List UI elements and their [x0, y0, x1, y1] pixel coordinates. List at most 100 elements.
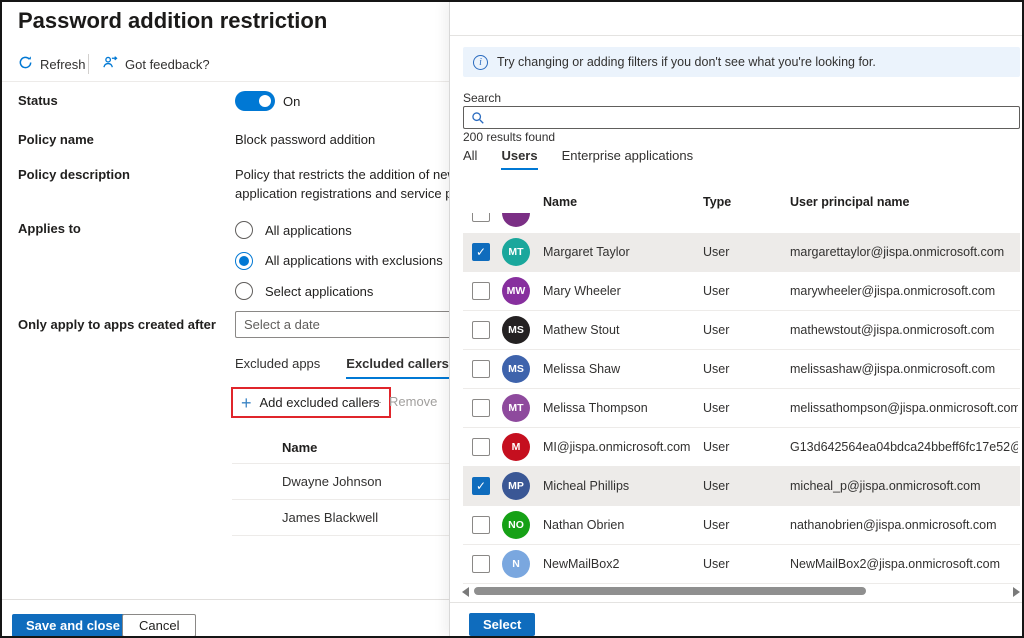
row-checkbox[interactable] — [472, 282, 490, 300]
column-header-type: Type — [703, 195, 731, 209]
applies-to-radio-option[interactable]: Select applications — [235, 282, 373, 300]
applies-to-radio-option[interactable]: All applications with exclusions — [235, 252, 443, 270]
picker-footer: Select — [450, 602, 1024, 636]
user-upn: marywheeler@jispa.onmicrosoft.com — [790, 272, 1018, 311]
picker-tab[interactable]: Enterprise applications — [562, 148, 694, 170]
user-upn: G13d642564ea04bdca24bbeff6fc17e52@jis — [790, 428, 1018, 467]
search-icon — [471, 111, 485, 125]
save-and-close-button[interactable]: Save and close — [12, 614, 134, 636]
avatar: MS — [502, 316, 530, 344]
picker-tabs: All Users Enterprise applications — [463, 148, 693, 170]
results-table-header: Name Type User principal name — [463, 195, 1020, 215]
select-button[interactable]: Select — [469, 613, 535, 636]
user-name: Micheal Phillips — [543, 467, 629, 506]
table-row[interactable]: ✓ MP Micheal Phillips User micheal_p@jis… — [463, 467, 1020, 506]
row-checkbox[interactable] — [472, 438, 490, 456]
row-checkbox[interactable]: ✓ — [472, 477, 490, 495]
row-checkbox[interactable]: ✓ — [472, 243, 490, 261]
scroll-left-icon[interactable] — [462, 587, 469, 597]
user-upn: nathanobrien@jispa.onmicrosoft.com — [790, 506, 1018, 545]
info-banner: i Try changing or adding filters if you … — [463, 47, 1020, 77]
row-checkbox[interactable] — [472, 555, 490, 573]
user-type: User — [703, 350, 729, 389]
user-type: User — [703, 311, 729, 350]
list-item[interactable]: Dwayne Johnson — [232, 464, 449, 500]
column-header-name: Name — [543, 195, 577, 209]
user-type: User — [703, 506, 729, 545]
avatar: M — [502, 433, 530, 461]
row-checkbox[interactable] — [472, 516, 490, 534]
command-bar: Refresh Got feedback? — [2, 48, 449, 82]
radio-icon[interactable] — [235, 252, 253, 270]
avatar — [502, 213, 530, 227]
minus-icon: — — [368, 394, 381, 409]
table-row[interactable]: N NewMailBox2 User NewMailBox2@jispa.onm… — [463, 545, 1020, 584]
avatar: NO — [502, 511, 530, 539]
results-count: 200 results found — [463, 130, 555, 144]
avatar: MT — [502, 394, 530, 422]
avatar: MT — [502, 238, 530, 266]
excluded-callers-table: Name Dwayne JohnsonJames Blackwell — [232, 438, 449, 536]
table-row[interactable]: ✓ MT Margaret Taylor User margarettaylor… — [463, 233, 1020, 272]
app-window: Password addition restriction ··· Refres… — [0, 0, 1024, 638]
cancel-button[interactable]: Cancel — [122, 614, 196, 636]
radio-label: All applications — [265, 223, 352, 238]
table-row[interactable]: NO Nathan Obrien User nathanobrien@jispa… — [463, 506, 1020, 545]
picker-tab[interactable]: Users — [501, 148, 537, 170]
column-header-upn: User principal name — [790, 195, 910, 209]
avatar: MS — [502, 355, 530, 383]
scrollbar-thumb[interactable] — [474, 587, 866, 595]
picker-tab[interactable]: All — [463, 148, 477, 170]
row-checkbox[interactable] — [472, 213, 490, 222]
excluded-tab[interactable]: Excluded apps — [235, 356, 320, 379]
plus-icon: + — [241, 394, 252, 412]
table-row[interactable]: MW Mary Wheeler User marywheeler@jispa.o… — [463, 272, 1020, 311]
user-type: User — [703, 272, 729, 311]
excluded-rows: Dwayne JohnsonJames Blackwell — [232, 464, 449, 536]
table-row[interactable]: MT Melissa Thompson User melissathompson… — [463, 389, 1020, 428]
avatar: MW — [502, 277, 530, 305]
more-options-icon[interactable]: ··· — [283, 10, 301, 27]
toolbar-divider — [88, 54, 89, 74]
row-checkbox[interactable] — [472, 360, 490, 378]
radio-icon[interactable] — [235, 282, 253, 300]
row-checkbox[interactable] — [472, 321, 490, 339]
user-name: Margaret Taylor — [543, 233, 630, 272]
user-type: User — [703, 545, 729, 584]
feedback-label: Got feedback? — [125, 57, 210, 72]
row-checkbox[interactable] — [472, 399, 490, 417]
user-upn: melissathompson@jispa.onmicrosoft.com — [790, 389, 1018, 428]
page-title: Password addition restriction — [18, 8, 327, 34]
policy-footer: Save and close Cancel — [2, 599, 449, 636]
avatar: MP — [502, 472, 530, 500]
list-item[interactable]: James Blackwell — [232, 500, 449, 536]
radio-icon[interactable] — [235, 221, 253, 239]
refresh-button[interactable]: Refresh — [18, 55, 86, 73]
table-row[interactable]: MS Mathew Stout User mathewstout@jispa.o… — [463, 311, 1020, 350]
excluded-tabs: Excluded apps Excluded callers — [235, 356, 449, 379]
user-type: User — [703, 467, 729, 506]
applies-to-radio-option[interactable]: All applications — [235, 221, 352, 239]
status-toggle[interactable] — [235, 91, 275, 111]
radio-label: All applications with exclusions — [265, 253, 443, 268]
user-name: Mathew Stout — [543, 311, 619, 350]
policy-name-label: Policy name — [18, 132, 94, 147]
user-type: User — [703, 389, 729, 428]
feedback-button[interactable]: Got feedback? — [102, 55, 210, 73]
user-upn: NewMailBox2@jispa.onmicrosoft.com — [790, 545, 1018, 584]
excluded-tab[interactable]: Excluded callers — [346, 356, 449, 379]
status-value: On — [283, 94, 300, 109]
scroll-right-icon[interactable] — [1013, 587, 1020, 597]
table-row[interactable]: M MI@jispa.onmicrosoft.com User G13d6425… — [463, 428, 1020, 467]
table-row[interactable]: MS Melissa Shaw User melissashaw@jispa.o… — [463, 350, 1020, 389]
partially-scrolled-row[interactable] — [463, 213, 1020, 233]
created-after-label: Only apply to apps created after — [18, 317, 216, 332]
remove-button[interactable]: — Remove — [368, 394, 437, 409]
applies-to-label: Applies to — [18, 221, 81, 236]
search-input[interactable] — [490, 108, 1010, 127]
excluded-table-header-name: Name — [232, 438, 449, 464]
horizontal-scrollbar[interactable] — [460, 585, 1020, 597]
policy-description-label: Policy description — [18, 167, 130, 182]
feedback-icon — [102, 55, 118, 73]
date-input[interactable] — [235, 311, 449, 338]
